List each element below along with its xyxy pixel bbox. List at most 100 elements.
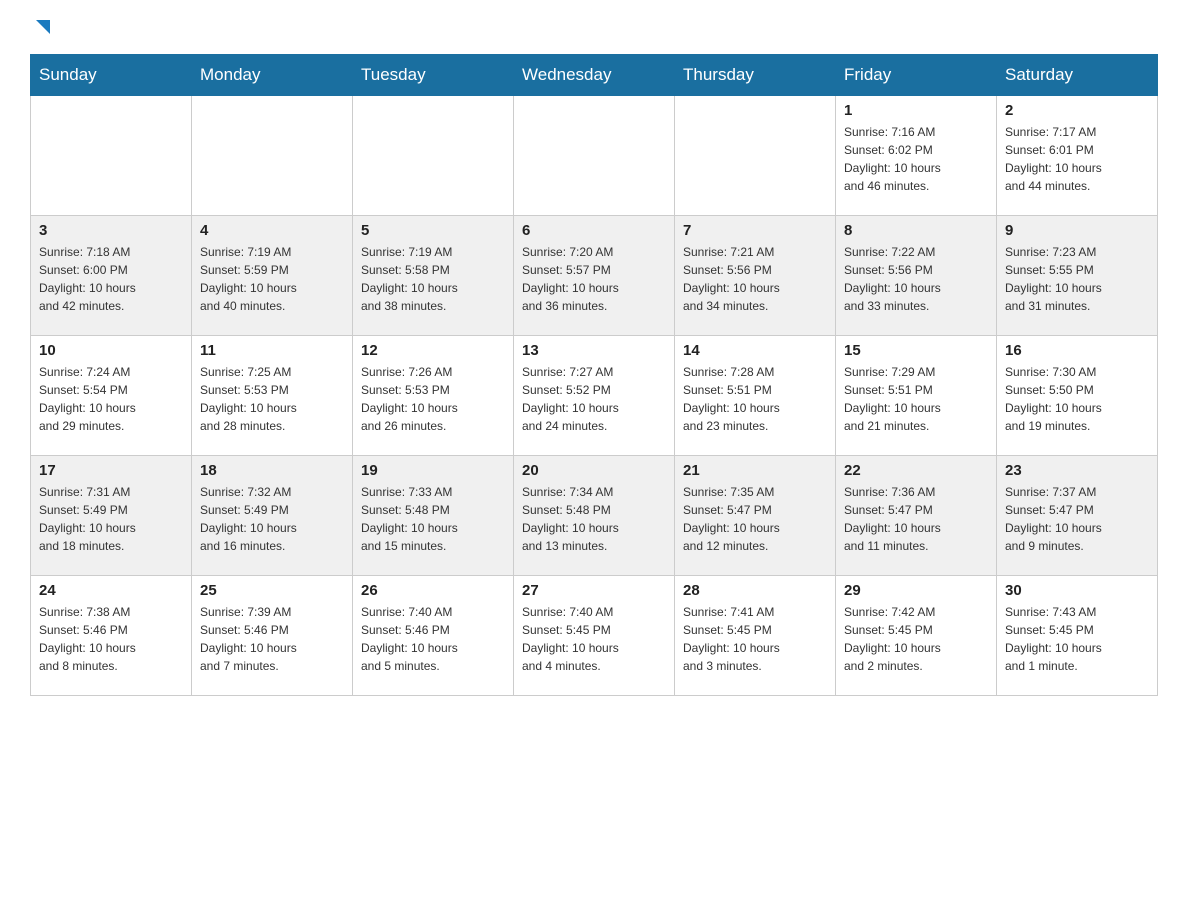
day-number: 28 <box>683 582 827 599</box>
calendar-cell: 2Sunrise: 7:17 AMSunset: 6:01 PMDaylight… <box>997 96 1158 216</box>
weekday-monday: Monday <box>192 55 353 96</box>
calendar-week-5: 24Sunrise: 7:38 AMSunset: 5:46 PMDayligh… <box>31 576 1158 696</box>
weekday-sunday: Sunday <box>31 55 192 96</box>
calendar-cell: 17 Sunrise: 7:31 AMSunset: 5:49 PMDayligh… <box>31 456 192 576</box>
day-number: 10 <box>39 342 183 359</box>
calendar-week-1: 1 Sunrise: 7:16 AMSunset: 6:02 PMDaylight… <box>31 96 1158 216</box>
day-info: Sunrise: 7:20 AMSunset: 5:57 PMDaylight:… <box>522 243 666 315</box>
day-info: Sunrise: 7:32 AMSunset: 5:49 PMDaylight:… <box>200 483 344 555</box>
calendar-cell: 16 Sunrise: 7:30 AMSunset: 5:50 PMDayligh… <box>997 336 1158 456</box>
day-number: 5 <box>361 222 505 239</box>
calendar-cell: 3 Sunrise: 7:18 AMSunset: 6:00 PMDaylight… <box>31 216 192 336</box>
day-number: 21 <box>683 462 827 479</box>
day-info: Sunrise: 7:31 AMSunset: 5:49 PMDaylight:… <box>39 483 183 555</box>
day-number: 14 <box>683 342 827 359</box>
day-info: Sunrise: 7:39 AMSunset: 5:46 PMDaylight:… <box>200 603 344 675</box>
day-info: Sunrise: 7:16 AMSunset: 6:02 PMDaylight:… <box>844 123 988 195</box>
day-info: Sunrise: 7:26 AMSunset: 5:53 PMDaylight:… <box>361 363 505 435</box>
day-info: Sunrise: 7:19 AMSunset: 5:58 PMDaylight:… <box>361 243 505 315</box>
calendar-table: SundayMondayTuesdayWednesdayThursdayFrid… <box>30 54 1158 696</box>
calendar-week-4: 17 Sunrise: 7:31 AMSunset: 5:49 PMDayligh… <box>31 456 1158 576</box>
day-info: Sunrise: 7:37 AMSunset: 5:47 PMDaylight:… <box>1005 483 1149 555</box>
weekday-friday: Friday <box>836 55 997 96</box>
day-number: 20 <box>522 462 666 479</box>
calendar-cell: 9 Sunrise: 7:23 AMSunset: 5:55 PMDaylight… <box>997 216 1158 336</box>
logo <box>30 20 54 34</box>
day-info: Sunrise: 7:36 AMSunset: 5:47 PMDaylight:… <box>844 483 988 555</box>
day-number: 4 <box>200 222 344 239</box>
calendar-cell: 6 Sunrise: 7:20 AMSunset: 5:57 PMDaylight… <box>514 216 675 336</box>
calendar-cell: 19Sunrise: 7:33 AMSunset: 5:48 PMDayligh… <box>353 456 514 576</box>
calendar-cell: 15 Sunrise: 7:29 AMSunset: 5:51 PMDayligh… <box>836 336 997 456</box>
day-info: Sunrise: 7:40 AMSunset: 5:45 PMDaylight:… <box>522 603 666 675</box>
calendar-cell: 5 Sunrise: 7:19 AMSunset: 5:58 PMDaylight… <box>353 216 514 336</box>
day-number: 16 <box>1005 342 1149 359</box>
day-number: 17 <box>39 462 183 479</box>
day-number: 6 <box>522 222 666 239</box>
day-number: 29 <box>844 582 988 599</box>
calendar-cell: 25 Sunrise: 7:39 AMSunset: 5:46 PMDayligh… <box>192 576 353 696</box>
weekday-wednesday: Wednesday <box>514 55 675 96</box>
weekday-tuesday: Tuesday <box>353 55 514 96</box>
day-info: Sunrise: 7:29 AMSunset: 5:51 PMDaylight:… <box>844 363 988 435</box>
day-number: 22 <box>844 462 988 479</box>
logo-icon <box>32 16 54 38</box>
day-number: 27 <box>522 582 666 599</box>
day-info: Sunrise: 7:24 AMSunset: 5:54 PMDaylight:… <box>39 363 183 435</box>
day-number: 9 <box>1005 222 1149 239</box>
calendar-cell: 7Sunrise: 7:21 AMSunset: 5:56 PMDaylight… <box>675 216 836 336</box>
calendar-cell: 8 Sunrise: 7:22 AMSunset: 5:56 PMDaylight… <box>836 216 997 336</box>
day-number: 12 <box>361 342 505 359</box>
calendar-cell: 11 Sunrise: 7:25 AMSunset: 5:53 PMDayligh… <box>192 336 353 456</box>
calendar-cell: 1 Sunrise: 7:16 AMSunset: 6:02 PMDaylight… <box>836 96 997 216</box>
calendar-cell: 24Sunrise: 7:38 AMSunset: 5:46 PMDayligh… <box>31 576 192 696</box>
day-number: 8 <box>844 222 988 239</box>
day-info: Sunrise: 7:41 AMSunset: 5:45 PMDaylight:… <box>683 603 827 675</box>
day-number: 23 <box>1005 462 1149 479</box>
day-info: Sunrise: 7:17 AMSunset: 6:01 PMDaylight:… <box>1005 123 1149 195</box>
day-number: 25 <box>200 582 344 599</box>
day-info: Sunrise: 7:43 AMSunset: 5:45 PMDaylight:… <box>1005 603 1149 675</box>
day-info: Sunrise: 7:27 AMSunset: 5:52 PMDaylight:… <box>522 363 666 435</box>
day-info: Sunrise: 7:22 AMSunset: 5:56 PMDaylight:… <box>844 243 988 315</box>
day-info: Sunrise: 7:28 AMSunset: 5:51 PMDaylight:… <box>683 363 827 435</box>
weekday-thursday: Thursday <box>675 55 836 96</box>
day-info: Sunrise: 7:42 AMSunset: 5:45 PMDaylight:… <box>844 603 988 675</box>
day-number: 26 <box>361 582 505 599</box>
day-info: Sunrise: 7:30 AMSunset: 5:50 PMDaylight:… <box>1005 363 1149 435</box>
day-number: 15 <box>844 342 988 359</box>
calendar-week-2: 3 Sunrise: 7:18 AMSunset: 6:00 PMDaylight… <box>31 216 1158 336</box>
calendar-cell <box>192 96 353 216</box>
day-number: 1 <box>844 102 988 119</box>
day-info: Sunrise: 7:40 AMSunset: 5:46 PMDaylight:… <box>361 603 505 675</box>
day-number: 18 <box>200 462 344 479</box>
weekday-saturday: Saturday <box>997 55 1158 96</box>
calendar-cell: 14 Sunrise: 7:28 AMSunset: 5:51 PMDayligh… <box>675 336 836 456</box>
calendar-cell: 23 Sunrise: 7:37 AMSunset: 5:47 PMDayligh… <box>997 456 1158 576</box>
calendar-cell: 30Sunrise: 7:43 AMSunset: 5:45 PMDayligh… <box>997 576 1158 696</box>
calendar-cell <box>31 96 192 216</box>
calendar-cell: 13Sunrise: 7:27 AMSunset: 5:52 PMDayligh… <box>514 336 675 456</box>
day-info: Sunrise: 7:35 AMSunset: 5:47 PMDaylight:… <box>683 483 827 555</box>
calendar-cell: 10 Sunrise: 7:24 AMSunset: 5:54 PMDayligh… <box>31 336 192 456</box>
calendar-cell <box>514 96 675 216</box>
day-info: Sunrise: 7:25 AMSunset: 5:53 PMDaylight:… <box>200 363 344 435</box>
day-number: 19 <box>361 462 505 479</box>
calendar-cell: 29 Sunrise: 7:42 AMSunset: 5:45 PMDayligh… <box>836 576 997 696</box>
day-number: 24 <box>39 582 183 599</box>
day-info: Sunrise: 7:19 AMSunset: 5:59 PMDaylight:… <box>200 243 344 315</box>
day-number: 3 <box>39 222 183 239</box>
calendar-cell <box>353 96 514 216</box>
day-info: Sunrise: 7:21 AMSunset: 5:56 PMDaylight:… <box>683 243 827 315</box>
calendar-cell: 18 Sunrise: 7:32 AMSunset: 5:49 PMDayligh… <box>192 456 353 576</box>
calendar-cell <box>675 96 836 216</box>
weekday-header-row: SundayMondayTuesdayWednesdayThursdayFrid… <box>31 55 1158 96</box>
calendar-cell: 12 Sunrise: 7:26 AMSunset: 5:53 PMDayligh… <box>353 336 514 456</box>
day-number: 11 <box>200 342 344 359</box>
calendar-cell: 28 Sunrise: 7:41 AMSunset: 5:45 PMDayligh… <box>675 576 836 696</box>
day-info: Sunrise: 7:18 AMSunset: 6:00 PMDaylight:… <box>39 243 183 315</box>
calendar-cell: 27 Sunrise: 7:40 AMSunset: 5:45 PMDayligh… <box>514 576 675 696</box>
calendar-cell: 4 Sunrise: 7:19 AMSunset: 5:59 PMDaylight… <box>192 216 353 336</box>
day-info: Sunrise: 7:23 AMSunset: 5:55 PMDaylight:… <box>1005 243 1149 315</box>
day-info: Sunrise: 7:34 AMSunset: 5:48 PMDaylight:… <box>522 483 666 555</box>
